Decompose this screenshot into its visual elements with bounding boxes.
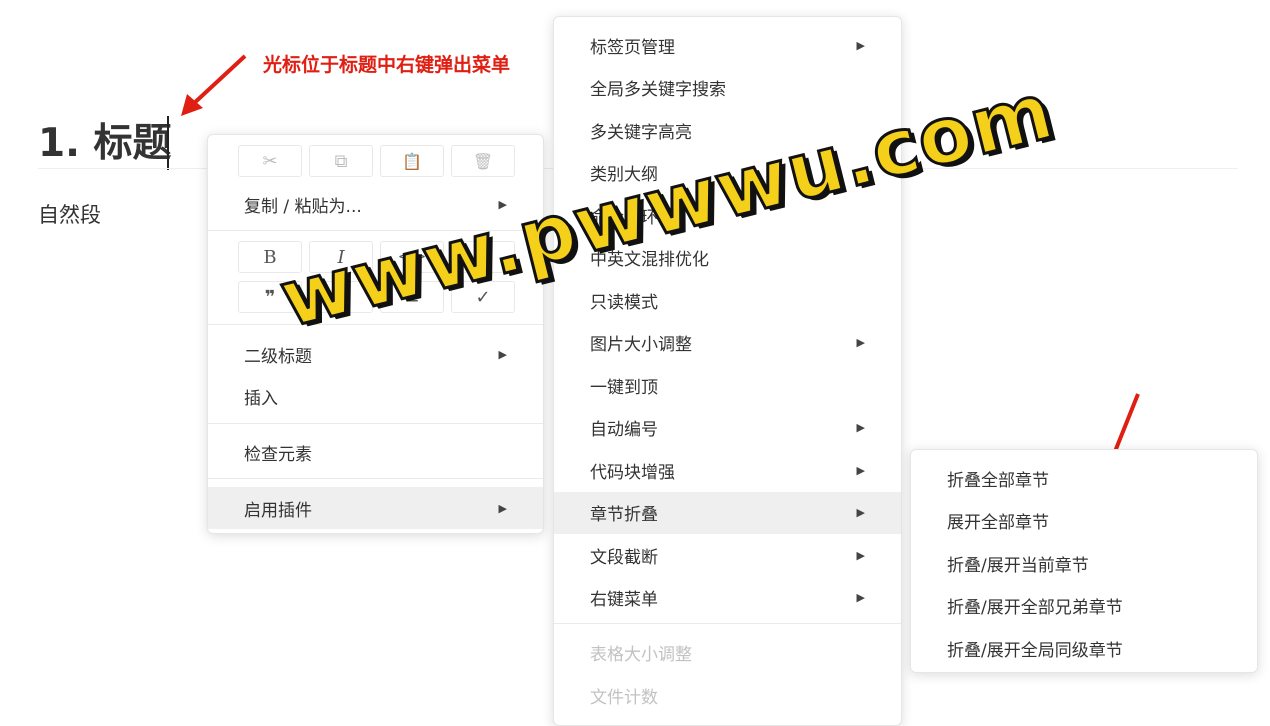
plugin-item-label: 一键到顶 <box>590 377 658 398</box>
quote-icon: ❞ <box>264 286 276 308</box>
chevron-right-icon: ▶ <box>856 421 865 434</box>
plugin-item[interactable]: 代码块增强 ▶ <box>554 449 901 491</box>
chevron-right-icon: ▶ <box>856 506 865 519</box>
plugin-item-label: 标签页管理 <box>590 37 675 58</box>
clipboard-icon: 📋 <box>402 151 422 171</box>
section-fold-submenu: 折叠全部章节 展开全部章节折叠/展开当前章节折叠/展开全部兄弟章节 折叠/展开全局同… <box>910 449 1258 673</box>
heading-level-item[interactable]: 二级标题 ▶ <box>208 333 543 375</box>
fold-menu-item[interactable]: 折叠/展开全部兄弟章节 <box>911 585 1257 627</box>
plugin-item[interactable]: 图片大小调整 ▶ <box>554 322 901 364</box>
fold-menu-item[interactable]: 展开全部章节 <box>911 500 1257 542</box>
scissors-icon: ✂ <box>262 150 278 172</box>
fold-menu-item-label: 折叠全部章节 <box>947 470 1049 491</box>
plugin-item[interactable]: 章节折叠 ▶ <box>554 491 901 534</box>
delete-button[interactable]: 🗑 <box>451 145 515 177</box>
plugin-item[interactable]: 全局多关键字搜索 <box>554 67 901 109</box>
plugin-item[interactable]: 一键到顶 <box>554 364 901 406</box>
plugin-item[interactable]: 只读模式 <box>554 279 901 321</box>
fold-menu-item-label: 折叠/展开全部兄弟章节 <box>947 598 1123 618</box>
chevron-right-icon: ▶ <box>856 336 865 349</box>
text-cursor <box>167 116 169 170</box>
chevron-right-icon: ▶ <box>498 347 507 361</box>
plugin-item[interactable]: 标签页管理 ▶ <box>554 24 901 66</box>
fold-menu-item[interactable]: 折叠/展开全局同级章节 <box>911 627 1257 669</box>
plugin-item[interactable]: 自动编号 ▶ <box>554 407 901 449</box>
plugin-item-label: 自动编号 <box>590 420 658 440</box>
plugin-item-label: 图片大小调整 <box>590 335 692 355</box>
annotation-label: 光标位于标题中右键弹出菜单 <box>263 54 511 76</box>
chevron-right-icon: ▶ <box>856 548 865 562</box>
plugin-item-label: 章节折叠 <box>590 505 658 525</box>
fold-menu-item-label: 折叠/展开当前章节 <box>947 555 1089 576</box>
plugin-item-label: 代码块增强 <box>590 462 675 483</box>
plugin-item[interactable]: 右键菜单 ▶ <box>554 577 901 619</box>
fold-menu-item[interactable]: 折叠/展开当前章节 <box>911 542 1257 584</box>
plugin-item-label: 只读模式 <box>590 292 658 313</box>
fold-menu-item[interactable]: 折叠全部章节 <box>911 457 1257 499</box>
copy-icon: ⧉ <box>334 150 348 172</box>
plugin-item[interactable]: 文段截断 ▶ <box>554 534 901 576</box>
chevron-right-icon: ▶ <box>498 501 507 515</box>
enable-plugins-item[interactable]: 启用插件 ▶ <box>208 487 543 529</box>
trash-icon: 🗑 <box>472 151 494 171</box>
insert-item[interactable]: 插入 <box>208 375 543 417</box>
plugin-item-label: 全局多关键字搜索 <box>590 80 726 100</box>
chevron-right-icon: ▶ <box>856 38 865 52</box>
chevron-right-icon: ▶ <box>856 463 865 477</box>
plugin-item-disabled: 文件计数 <box>590 687 658 708</box>
annotation-arrow-left <box>181 54 247 116</box>
separator <box>208 423 543 424</box>
fold-menu-item-label: 折叠/展开全局同级章节 <box>947 640 1123 661</box>
plugin-item-label: 文段截断 <box>590 547 658 568</box>
paste-button[interactable]: 📋 <box>380 145 444 177</box>
document-heading[interactable]: 1. 标题 <box>38 118 172 170</box>
separator <box>208 478 543 479</box>
plugin-item-label: 右键菜单 <box>590 590 658 610</box>
copy-button[interactable]: ⧉ <box>309 145 373 177</box>
plugin-item-disabled: 表格大小调整 <box>590 644 692 665</box>
document-paragraph[interactable]: 自然段 <box>38 199 101 229</box>
fold-menu-item-label: 展开全部章节 <box>947 513 1049 533</box>
cut-button[interactable]: ✂ <box>238 145 302 177</box>
context-menu: ✂ ⧉ 📋 🗑 复制 / 粘贴为... ▶ B I </> 🔗 ❞ ≡ ≡ ✓ … <box>207 134 544 534</box>
separator <box>554 623 901 624</box>
chevron-right-icon: ▶ <box>856 591 865 604</box>
check-element-item[interactable]: 检查元素 <box>208 431 543 473</box>
